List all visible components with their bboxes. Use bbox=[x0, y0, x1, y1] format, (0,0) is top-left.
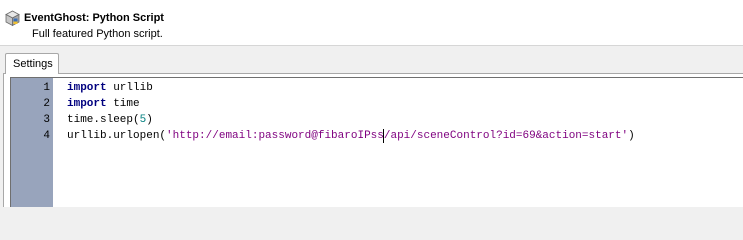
code-line[interactable]: import urllib bbox=[67, 80, 153, 96]
line-number: 2 bbox=[43, 98, 50, 110]
window-description: Full featured Python script. bbox=[32, 28, 163, 40]
line-number: 3 bbox=[43, 114, 50, 126]
code-text: time bbox=[106, 98, 140, 110]
window-title: EventGhost: Python Script bbox=[24, 12, 164, 24]
code-keyword: import bbox=[67, 82, 107, 94]
line-number: 1 bbox=[43, 82, 50, 94]
code-line[interactable]: urllib.urlopen('http://email:password@fi… bbox=[67, 128, 635, 144]
code-line[interactable]: time.sleep(5) bbox=[67, 112, 153, 128]
tab-settings-label: Settings bbox=[13, 58, 53, 70]
code-editor[interactable]: 1 2 3 4 import urllib import time time.s… bbox=[10, 77, 743, 207]
code-text: urllib.urlopen( bbox=[67, 130, 167, 142]
line-number: 4 bbox=[43, 130, 50, 142]
code-string: /api/sceneControl?id=69&action=start' bbox=[383, 130, 629, 142]
dialog-header: EventGhost: Python Script Full featured … bbox=[0, 0, 743, 45]
line-number-gutter: 1 2 3 4 bbox=[11, 78, 53, 207]
code-text: urllib bbox=[106, 82, 153, 94]
code-text: ) bbox=[146, 114, 153, 126]
code-line[interactable]: import time bbox=[67, 96, 140, 112]
tab-settings[interactable]: Settings bbox=[5, 53, 59, 74]
code-text: ) bbox=[628, 130, 635, 142]
code-string: 'http://email:password@fibaroIPss bbox=[166, 130, 384, 142]
python-script-icon bbox=[5, 10, 20, 27]
code-text: time.sleep( bbox=[67, 114, 140, 126]
header-divider bbox=[0, 45, 743, 46]
code-keyword: import bbox=[67, 98, 107, 110]
